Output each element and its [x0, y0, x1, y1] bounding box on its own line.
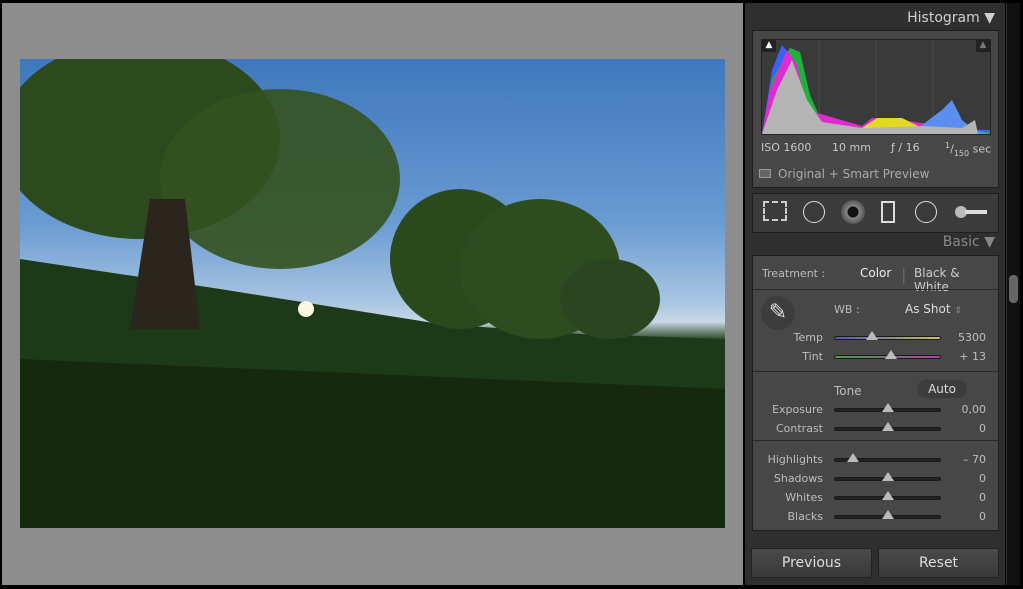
smart-preview-icon[interactable]: [759, 169, 771, 178]
highlights-slider-thumb[interactable]: [846, 453, 859, 462]
basic-header[interactable]: Basic ▼: [943, 234, 995, 250]
wb-label: WB :: [834, 303, 860, 316]
auto-tone-button[interactable]: Auto: [917, 380, 967, 398]
updown-icon: ⇕: [954, 306, 962, 316]
highlights-label: Highlights: [767, 453, 823, 466]
histogram-header[interactable]: Histogram ▼: [907, 10, 995, 26]
tint-slider[interactable]: [834, 350, 941, 359]
contrast-label: Contrast: [775, 422, 823, 435]
exposure-slider-thumb[interactable]: [881, 403, 894, 412]
basic-panel: Treatment : Color | Black & White ✎ WB :…: [752, 255, 999, 531]
tone-label: Tone: [834, 384, 862, 398]
crop-overlay-icon[interactable]: [763, 201, 787, 221]
treatment-label: Treatment :: [762, 267, 826, 280]
contrast-slider-thumb[interactable]: [881, 422, 894, 431]
whites-slider[interactable]: [834, 491, 941, 500]
red-eye-icon[interactable]: [841, 200, 865, 224]
right-panel: Histogram ▼ ▲ ▲ ISO 1600 10 mm ƒ / 16 1/…: [745, 3, 1005, 585]
contrast-slider[interactable]: [834, 422, 941, 431]
treatment-color[interactable]: Color: [860, 266, 891, 280]
whites-slider-thumb[interactable]: [881, 491, 894, 500]
histogram-panel: ▲ ▲ ISO 1600 10 mm ƒ / 16 1/150 sec Orig…: [752, 30, 999, 188]
whites-value[interactable]: 0: [946, 491, 986, 504]
tool-strip: [752, 193, 999, 233]
shutter-den: 150: [953, 148, 970, 158]
wb-value: As Shot: [905, 302, 951, 316]
whites-label: Whites: [785, 491, 823, 504]
previous-button[interactable]: Previous: [751, 548, 872, 578]
contrast-value[interactable]: 0: [946, 422, 986, 435]
radial-filter-icon[interactable]: [915, 201, 937, 223]
exposure-label: Exposure: [772, 403, 823, 416]
tint-label: Tint: [802, 350, 823, 363]
aperture-value: ƒ / 16: [891, 141, 920, 154]
exposure-slider[interactable]: [834, 403, 941, 412]
histogram-graph: ▲ ▲: [761, 39, 991, 135]
reset-button[interactable]: Reset: [878, 548, 999, 578]
blacks-label: Blacks: [787, 510, 824, 523]
shadows-label: Shadows: [773, 472, 823, 485]
shadow-clipping-icon[interactable]: ▲: [762, 40, 776, 52]
temp-value[interactable]: 5300: [946, 331, 986, 344]
temp-slider[interactable]: [834, 331, 941, 340]
photo-scene: [20, 59, 725, 528]
shutter-speed: 1/150 sec: [945, 141, 992, 158]
blacks-value[interactable]: 0: [946, 510, 986, 523]
tint-slider-thumb[interactable]: [884, 350, 897, 359]
temp-label: Temp: [793, 331, 823, 344]
white-balance-eyedropper-icon[interactable]: ✎: [761, 296, 795, 330]
shutter-num: 1: [945, 141, 951, 150]
image-viewer: [2, 3, 743, 585]
spot-removal-icon[interactable]: [803, 201, 825, 223]
shutter-unit: sec: [972, 142, 992, 156]
collapse-triangle-icon[interactable]: ▼: [984, 234, 995, 250]
highlights-slider[interactable]: [834, 453, 941, 462]
exposure-value[interactable]: 0,00: [946, 403, 987, 416]
panel-scrollbar[interactable]: [1006, 3, 1020, 585]
adjustment-brush-icon[interactable]: [955, 206, 987, 218]
preview-status: Original + Smart Preview: [778, 167, 930, 181]
focal-length: 10 mm: [832, 141, 871, 154]
highlights-value[interactable]: – 70: [946, 453, 986, 466]
highlight-clipping-icon[interactable]: ▲: [976, 40, 990, 52]
shadows-slider[interactable]: [834, 472, 941, 481]
photo-preview[interactable]: [20, 59, 725, 528]
graduated-filter-icon[interactable]: [881, 201, 895, 223]
blacks-slider[interactable]: [834, 510, 941, 519]
basic-title: Basic: [942, 234, 980, 250]
histogram-title: Histogram: [907, 10, 980, 26]
temp-slider-thumb[interactable]: [865, 331, 878, 340]
blacks-slider-thumb[interactable]: [881, 510, 894, 519]
shadows-slider-thumb[interactable]: [881, 472, 894, 481]
iso-value: ISO 1600: [761, 141, 812, 154]
tint-value[interactable]: + 13: [946, 350, 986, 363]
scrollbar-thumb[interactable]: [1009, 275, 1018, 303]
collapse-triangle-icon[interactable]: ▼: [984, 10, 995, 26]
wb-select[interactable]: As Shot ⇕: [905, 302, 962, 316]
shadows-value[interactable]: 0: [946, 472, 986, 485]
